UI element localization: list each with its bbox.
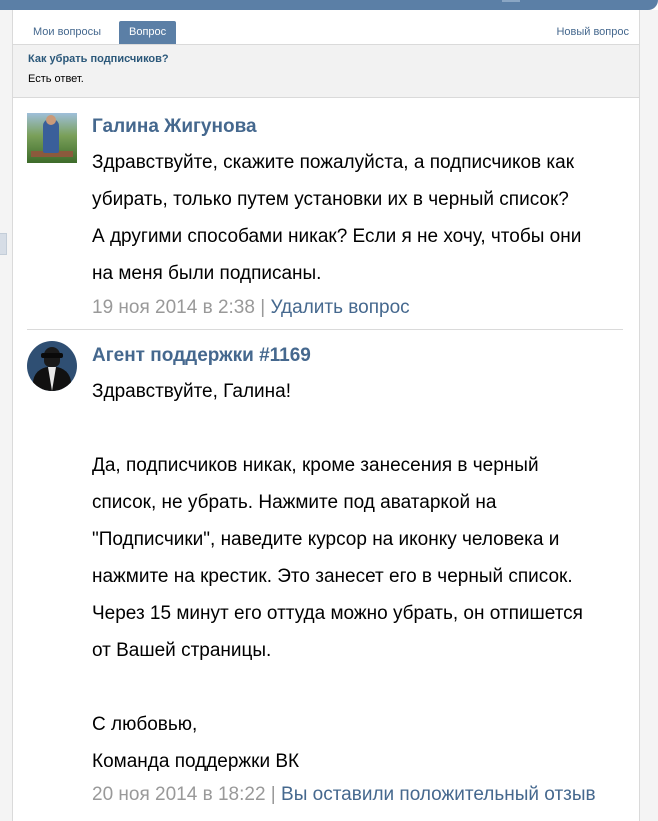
message-line: Здравствуйте, скажите пожалуйста, а подп… [92,152,575,173]
message-meta: 19 ноя 2014 в 2:38 | Удалить вопрос [92,297,410,319]
message-line [92,669,627,706]
question-summary: Как убрать подписчиков? Есть ответ. [13,45,639,98]
collapse-handle-icon[interactable] [0,233,7,255]
avatar[interactable] [27,341,77,391]
author-name[interactable]: Агент поддержки #1169 [92,345,311,367]
feedback-status: Вы оставили положительный отзыв [281,784,596,805]
message-line: от Вашей страницы. [92,640,272,661]
question-status: Есть ответ. [28,73,84,85]
new-question-link[interactable]: Новый вопрос [546,21,639,43]
message-line: "Подписчики", наведите курсор на иконку … [92,529,560,550]
left-gutter [0,10,12,821]
message-meta: 20 ноя 2014 в 18:22 | Вы оставили положи… [92,784,596,806]
tab-question[interactable]: Вопрос [119,21,177,44]
meta-separator: | [260,297,266,318]
message-line: убирать, только путем установки их в чер… [92,189,569,210]
tab-my-questions[interactable]: Мои вопросы [23,21,111,43]
message-line: Через 15 минут его оттуда можно убрать, … [92,603,583,624]
message-line: А другими способами никак? Если я не хоч… [92,226,582,247]
top-header-bar [0,0,658,10]
right-gutter [638,10,658,821]
avatar[interactable] [27,113,77,163]
header-menu-icon[interactable] [502,0,520,2]
message-line: С любовью, [92,714,198,735]
delete-question-link[interactable]: Удалить вопрос [270,297,409,318]
message-text: Здравствуйте, скажите пожалуйста, а подп… [92,144,627,292]
message-text: Здравствуйте, Галина! Да, подписчиков ни… [92,373,627,780]
meta-separator: | [270,784,276,805]
message-date: 19 ноя 2014 в 2:38 [92,297,255,318]
message-line [92,410,627,447]
message-line: Да, подписчиков никак, кроме занесения в… [92,455,539,476]
message-date: 20 ноя 2014 в 18:22 [92,784,266,805]
message-divider [27,329,623,330]
message-line: на меня были подписаны. [92,263,322,284]
question-title[interactable]: Как убрать подписчиков? [28,53,169,65]
author-name[interactable]: Галина Жигунова [92,116,257,138]
message-line: Здравствуйте, Галина! [92,381,292,402]
message-line: нажмите на крестик. Это занесет его в че… [92,566,573,587]
message-line: Команда поддержки ВК [92,751,300,772]
message-line: список, не убрать. Нажмите под аватаркой… [92,492,497,513]
tab-bar: Мои вопросы Вопрос Новый вопрос [13,10,639,45]
